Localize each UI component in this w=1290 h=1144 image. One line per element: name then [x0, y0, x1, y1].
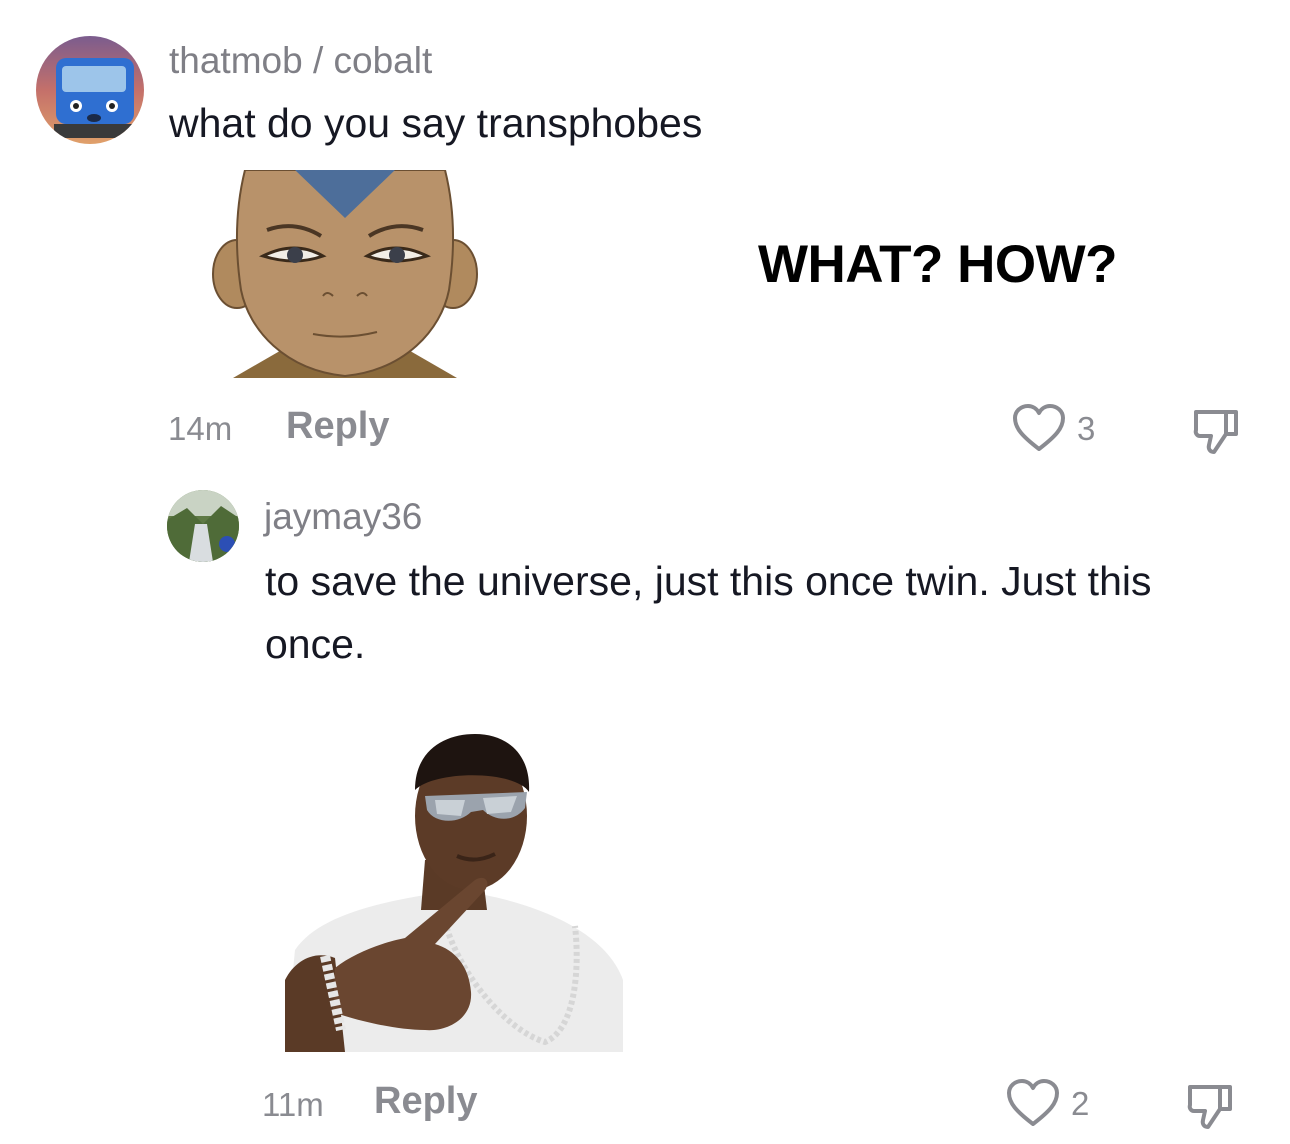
bus-avatar-image: [36, 36, 144, 144]
comment-text: to save the universe, just this once twi…: [265, 558, 1152, 667]
reply-button[interactable]: Reply: [374, 1080, 477, 1123]
reply-button[interactable]: Reply: [286, 405, 389, 448]
like-count: 3: [1077, 410, 1096, 447]
comment-username[interactable]: thatmob / cobalt: [169, 40, 432, 82]
avatar[interactable]: [36, 36, 144, 144]
sticker-caption: WHAT? HOW?: [758, 235, 1118, 294]
like-count: 2: [1071, 1085, 1090, 1122]
heart-outline-icon[interactable]: [1012, 403, 1066, 453]
comment-text: what do you say transphobes: [169, 100, 703, 146]
aang-sticker-image: [205, 169, 485, 378]
avatar[interactable]: [167, 490, 239, 562]
thumbs-down-icon[interactable]: [1186, 1079, 1236, 1131]
nature-avatar-image: [167, 490, 239, 562]
pointing-man-sticker-image: [275, 730, 625, 1052]
thumbs-down-icon[interactable]: [1192, 404, 1242, 456]
comment-username[interactable]: jaymay36: [264, 496, 422, 538]
comment-timestamp: 11m: [262, 1086, 324, 1123]
comment-timestamp: 14m: [168, 410, 233, 447]
heart-outline-icon[interactable]: [1006, 1078, 1060, 1128]
